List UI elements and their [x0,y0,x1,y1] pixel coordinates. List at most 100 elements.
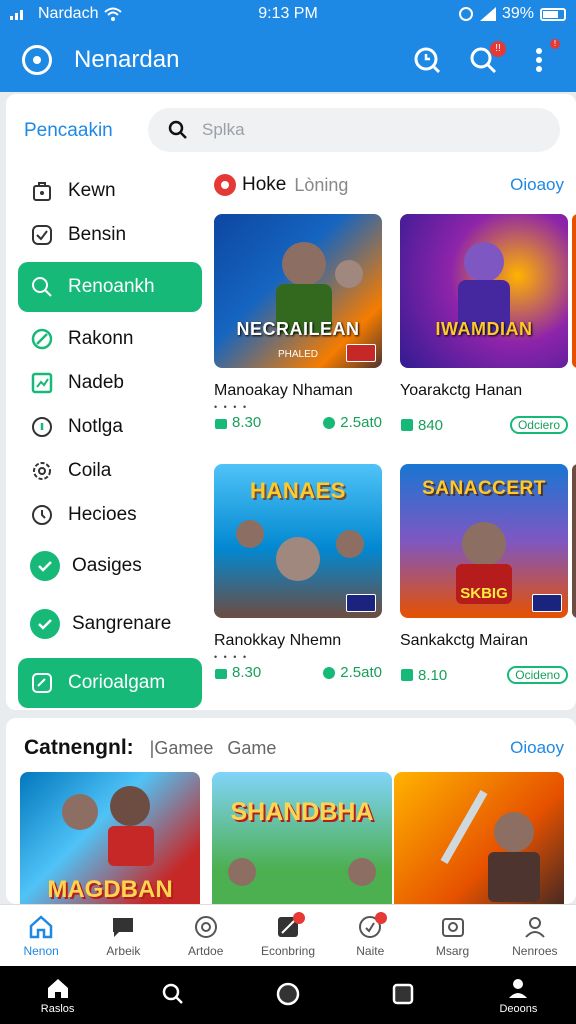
search-button[interactable]: !! [468,41,506,75]
game-thumbnail[interactable]: HANAES [214,464,382,618]
home-icon [28,914,54,940]
side-nav: Kewn Bensin Renoankh Rakonn Nadeb Notlga… [18,170,202,714]
next-card-peek [572,214,576,368]
search-input[interactable] [202,120,502,140]
category-art [228,858,376,886]
bottom-nav: Nenon Arbeik Artdoe Econbring Naite Msar… [0,904,576,966]
rating-dots: • • • • [214,402,249,412]
cog-icon [30,459,54,483]
categories-card: Catnengnl: |Gamee Game Oioaoy MAGDBAN SH… [6,718,576,904]
download-icon [215,418,227,429]
side-nav-label: Hecioes [68,504,137,525]
side-nav-label: Nadeb [68,372,124,393]
publisher-badge [346,344,376,362]
bottom-nav-arbeik[interactable]: Arbeik [82,905,164,966]
user-icon [522,914,548,940]
system-search-button[interactable] [115,966,230,1024]
see-all-link[interactable]: Oioaoy [510,738,564,758]
square-icon [390,981,416,1007]
more-vert-icon [536,48,542,72]
categories-tab[interactable]: Game [227,738,276,759]
game-thumbnail[interactable]: IWAMDIAN [400,214,568,368]
game-name: Sankakctg Mairan [400,632,529,649]
side-nav-item-notlga[interactable]: Notlga [18,406,202,448]
game-size: 8.10 [418,666,448,684]
side-nav-item-oasiges[interactable]: Oasiges [18,538,202,594]
side-nav-item-nadeb[interactable]: Nadeb [18,362,202,404]
system-account-button[interactable]: Deoons [461,966,576,1024]
game-card[interactable]: HANAES Ranokkay Nhemn • • • • 8.30 2.5at… [214,464,382,681]
see-all-link[interactable]: Oioaoy [510,175,564,195]
category-thumbnail[interactable]: SHANDBHA [212,772,392,904]
side-nav-label: Corioalgam [68,672,166,693]
controller-icon [193,914,219,940]
system-recents-button[interactable] [346,966,461,1024]
system-home-button[interactable]: Raslos [0,966,115,1024]
status-bar: Nardach 9:13 PM 39% [0,0,576,28]
shield-icon [30,415,54,439]
game-size: 8.30 [232,664,262,681]
battery-icon [540,7,566,21]
section-title: Hoke [242,174,287,195]
game-card[interactable]: IWAMDIAN Yoarakctg Hanan 840 Odciero [400,214,568,434]
bottom-nav-nenroes[interactable]: Nenroes [494,905,576,966]
category-thumbnail[interactable] [394,772,564,904]
game-art [458,242,510,334]
game-meta: 8.30 2.5at0 [214,414,382,431]
game-card[interactable]: SANACCERT SKBIG Sankakctg Mairan 8.10 Oc… [400,464,568,684]
download-icon [401,419,413,431]
game-card[interactable]: NECRAILEAN PHALED Manoakay Nhaman • • • … [214,214,382,431]
system-nav-bar: Raslos Deoons [0,966,576,1024]
bottom-nav-naite[interactable]: Naite [329,905,411,966]
app-title: Nenardan [74,46,180,73]
side-nav-item-renoankh[interactable]: Renoankh [18,262,202,312]
game-status-pill[interactable]: Odciero [509,416,568,434]
app-logo-icon[interactable] [22,45,52,75]
bottom-nav-home[interactable]: Nenon [0,905,82,966]
game-banner-title: NECRAILEAN [236,319,360,339]
side-nav-label: Kewn [68,180,116,201]
category-banner-title: SHANDBHA [230,798,374,826]
side-nav-item-rakonn[interactable]: Rakonn [18,318,202,360]
bottom-nav-econbring[interactable]: Econbring [247,905,329,966]
search-icon [160,981,186,1007]
bottom-nav-label: Econbring [260,943,315,958]
wifi-icon [104,7,123,21]
publisher-badge [346,594,376,612]
game-status-pill[interactable]: Ocideno [507,666,568,684]
game-banner-title: HANAES [250,478,346,503]
notification-dot [375,911,388,924]
side-nav-item-hecioes[interactable]: Hecioes [18,494,202,536]
side-nav-label: Coila [68,460,112,481]
categories-tab[interactable]: |Gamee [150,738,214,759]
game-size: 840 [418,416,444,434]
game-players: 2.5at0 [340,414,382,431]
system-circle-button[interactable] [230,966,345,1024]
category-thumbnail[interactable]: MAGDBAN [20,772,200,904]
side-nav-item-kewn[interactable]: Kewn [18,170,202,212]
user-icon [323,416,336,429]
side-nav-item-bensin[interactable]: Bensin [18,214,202,256]
fire-icon [214,174,236,196]
bottom-nav-msarg[interactable]: Msarg [411,905,493,966]
search-bar[interactable] [148,108,560,152]
notification-badge: !! [490,41,506,57]
side-nav-item-coila[interactable]: Coila [18,450,202,492]
bottom-nav-label: Arbeik [106,943,141,958]
bottom-nav-artdoe[interactable]: Artdoe [165,905,247,966]
game-thumbnail[interactable]: NECRAILEAN PHALED [214,214,382,368]
download-icon [215,668,227,679]
game-meta: 8.30 2.5at0 [214,664,382,681]
history-button[interactable] [412,45,442,75]
search-label: Pencaakin [24,120,113,141]
pencil-icon [275,911,305,940]
side-nav-item-corioalgam[interactable]: Corioalgam [18,658,202,708]
bottom-nav-label: Naite [356,943,385,958]
game-thumbnail[interactable]: SANACCERT SKBIG [400,464,568,618]
game-banner-title: IWAMDIAN [435,319,533,339]
user-icon [323,666,336,679]
side-nav-item-sangrenare[interactable]: Sangrenare [18,596,202,652]
side-nav-label: Renoankh [68,276,155,297]
slash-circle-icon [30,327,54,351]
more-options-button[interactable]: ! [524,39,560,75]
